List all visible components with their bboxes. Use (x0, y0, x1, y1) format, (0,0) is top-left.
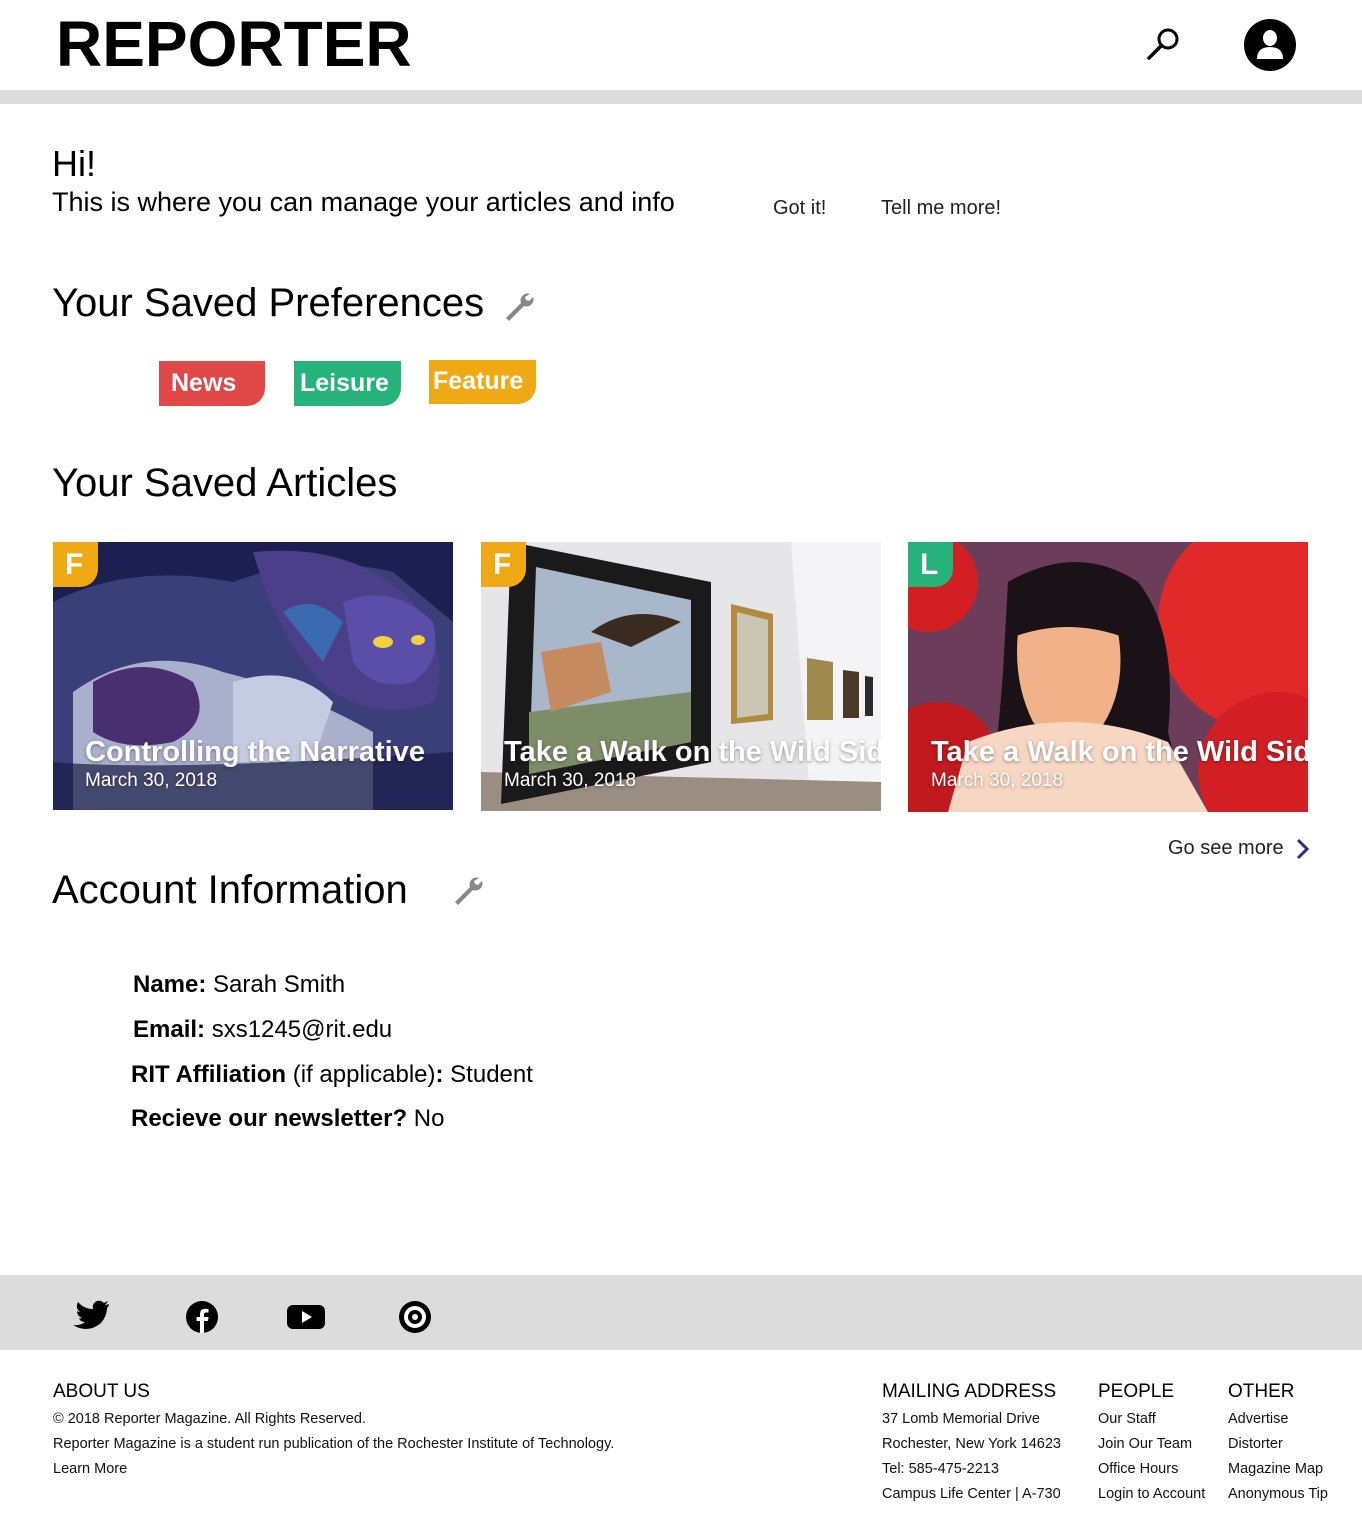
article-title: Controlling the Narrative (85, 736, 425, 768)
welcome-message: This is where you can manage your articl… (52, 187, 675, 217)
email-value: sxs1245@rit.edu (205, 1016, 393, 1043)
affiliation-note: (if applicable) (286, 1061, 436, 1088)
tag-news[interactable]: News (159, 361, 265, 406)
newsletter-label: Recieve our newsletter? (131, 1105, 408, 1132)
email-label: Email: (133, 1016, 206, 1043)
article-title: Take a Walk on the Wild Side (931, 736, 1308, 768)
wrench-icon[interactable] (502, 290, 536, 324)
footer-address-line: 37 Lomb Memorial Drive (882, 1411, 1040, 1427)
name-label: Name: (133, 971, 207, 998)
chevron-right-icon[interactable] (1294, 837, 1312, 861)
got-it-button[interactable]: Got it! (773, 197, 826, 220)
header-divider (0, 90, 1362, 104)
tag-feature[interactable]: Feature (429, 360, 536, 404)
account-affiliation-row: RIT Affiliation (if applicable): Student (131, 1063, 533, 1087)
saved-articles-title: Your Saved Articles (52, 461, 398, 505)
footer-description: Reporter Magazine is a student run publi… (53, 1436, 615, 1452)
footer-link-magazine-map[interactable]: Magazine Map (1228, 1462, 1323, 1477)
article-date: March 30, 2018 (85, 770, 218, 791)
footer-people-heading: PEOPLE (1098, 1381, 1175, 1402)
footer-address-line: Rochester, New York 14623 (882, 1436, 1061, 1452)
category-badge: L (908, 542, 953, 587)
category-badge: F (481, 542, 526, 587)
footer-link-login-to-account[interactable]: Login to Account (1098, 1487, 1205, 1502)
site-logo[interactable]: REPORTER (56, 12, 412, 76)
footer-link-our-staff[interactable]: Our Staff (1098, 1412, 1156, 1427)
greeting: Hi! (52, 143, 96, 184)
wrench-icon[interactable] (451, 874, 485, 908)
footer-link-anonymous-tip[interactable]: Anonymous Tip (1228, 1487, 1328, 1502)
article-card[interactable]: F Controlling the Narrative March 30, 20… (53, 542, 453, 810)
tell-me-more-button[interactable]: Tell me more! (881, 197, 1001, 220)
footer-address-line: Campus Life Center | A-730 (882, 1486, 1061, 1502)
footer-link-distorter[interactable]: Distorter (1228, 1437, 1283, 1452)
article-title: Take a Walk on the Wild Side (504, 736, 881, 768)
account-information-title: Account Information (52, 868, 408, 912)
footer-link-join-our-team[interactable]: Join Our Team (1098, 1437, 1192, 1452)
article-card[interactable]: L Take a Walk on the Wild Side March 30,… (908, 542, 1308, 812)
affiliation-value: Student (443, 1061, 533, 1088)
go-see-more-link[interactable]: Go see more (1168, 837, 1284, 860)
article-date: March 30, 2018 (931, 770, 1064, 791)
user-account-icon[interactable] (1244, 19, 1296, 71)
site-header: REPORTER (0, 0, 1362, 90)
search-icon[interactable] (1144, 24, 1184, 64)
youtube-icon[interactable] (286, 1296, 326, 1336)
footer-learn-more-link[interactable]: Learn More (53, 1462, 127, 1477)
footer-mailing-heading: MAILING ADDRESS (882, 1381, 1057, 1402)
footer-link-office-hours[interactable]: Office Hours (1098, 1462, 1178, 1477)
article-card[interactable]: F Take a Walk on the Wild Side March 30,… (481, 542, 881, 811)
footer-address-line: Tel: 585-475-2213 (882, 1461, 999, 1477)
affiliation-label: RIT Affiliation (131, 1061, 287, 1088)
issuu-icon[interactable] (396, 1296, 436, 1336)
affiliation-colon: : (435, 1061, 444, 1088)
article-date: March 30, 2018 (504, 770, 637, 791)
twitter-icon[interactable] (71, 1296, 111, 1336)
preferences-title: Your Saved Preferences (52, 281, 485, 325)
account-newsletter-row: Recieve our newsletter? No (131, 1107, 444, 1131)
facebook-icon[interactable] (183, 1296, 223, 1336)
footer-copyright: © 2018 Reporter Magazine. All Rights Res… (53, 1411, 366, 1427)
account-email-row: Email: sxs1245@rit.edu (133, 1018, 392, 1042)
category-badge: F (53, 542, 98, 587)
newsletter-value: No (407, 1105, 445, 1132)
tag-leisure[interactable]: Leisure (294, 361, 401, 406)
footer-other-heading: OTHER (1228, 1381, 1295, 1402)
name-value: Sarah Smith (206, 971, 346, 998)
footer-about-heading: ABOUT US (53, 1381, 150, 1402)
footer-link-advertise[interactable]: Advertise (1228, 1412, 1288, 1427)
account-name-row: Name: Sarah Smith (133, 973, 345, 997)
